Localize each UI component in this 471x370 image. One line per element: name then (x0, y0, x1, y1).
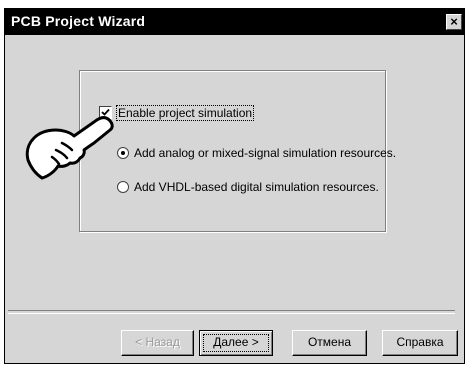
title-bar[interactable]: PCB Project Wizard × (5, 9, 464, 35)
back-button-label: < Назад (135, 335, 180, 349)
close-button[interactable]: × (446, 14, 462, 30)
hand-pointer-icon (25, 116, 114, 180)
radio-analog[interactable] (117, 147, 129, 159)
radio-vhdl[interactable] (117, 181, 129, 193)
help-button[interactable]: Справка (382, 330, 458, 356)
radio-selected-dot (121, 151, 125, 155)
window-title: PCB Project Wizard (11, 13, 146, 29)
back-button[interactable]: < Назад (121, 330, 194, 356)
next-button[interactable]: Далее > (199, 330, 273, 356)
next-button-label: Далее > (213, 335, 259, 349)
close-icon: × (450, 14, 458, 29)
cancel-button[interactable]: Отмена (292, 330, 367, 356)
enable-simulation-label: Enable project simulation (116, 105, 255, 121)
help-button-label: Справка (396, 335, 444, 349)
button-separator (8, 310, 455, 314)
radio-analog-label: Add analog or mixed-signal simulation re… (134, 146, 397, 160)
cancel-button-label: Отмена (307, 335, 352, 349)
radio-vhdl-label: Add VHDL-based digital simulation resour… (134, 180, 379, 194)
